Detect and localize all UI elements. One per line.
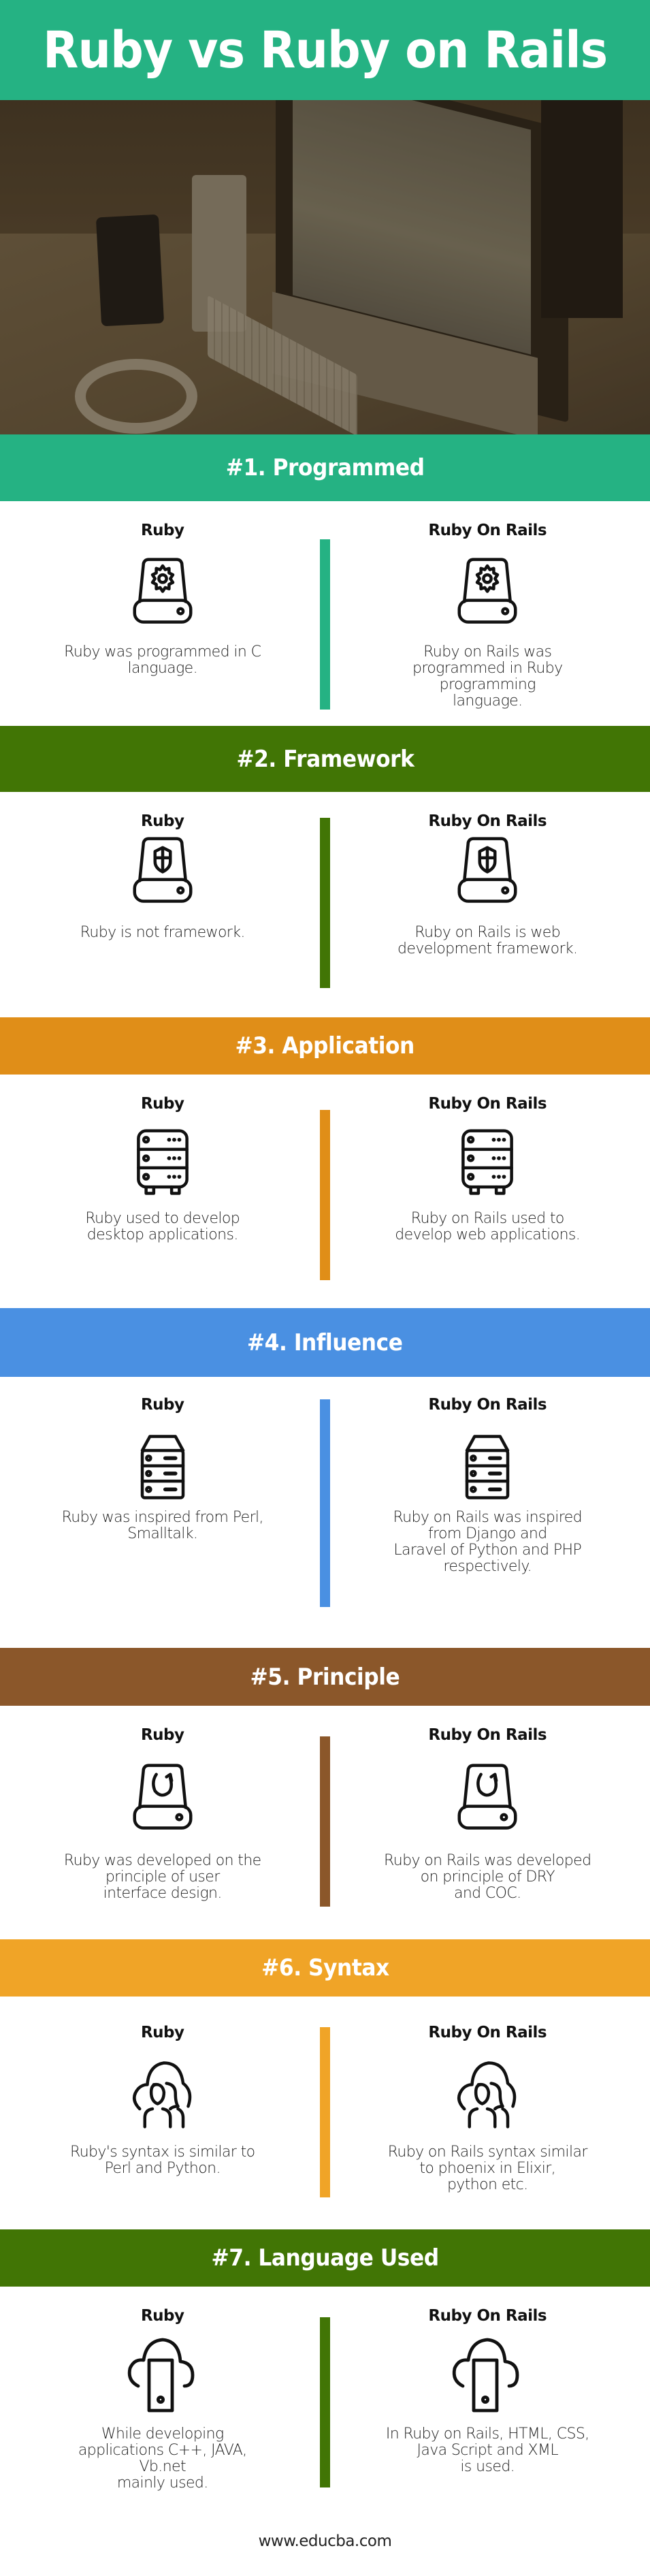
server-rack-icon — [122, 1127, 204, 1198]
ruby-column: Ruby Ruby was developed on the principle… — [0, 1706, 325, 1939]
ruby-column-title: Ruby — [140, 2024, 184, 2041]
rails-column-title: Ruby On Rails — [428, 1726, 547, 1744]
ruby-column-title: Ruby — [140, 1726, 184, 1744]
rails-column: Ruby On Rails Ruby on Rails was inspired… — [325, 1377, 650, 1648]
ruby-column: Ruby Ruby's syntax is similar to Perl an… — [0, 1997, 325, 2229]
rails-column-title: Ruby On Rails — [428, 2307, 547, 2325]
drive-refresh-icon — [122, 1762, 204, 1833]
ruby-column: Ruby While developing applications C++, … — [0, 2287, 325, 2506]
ruby-column-title: Ruby — [140, 2307, 184, 2325]
drive-shield-icon — [122, 835, 204, 906]
cloud-users-icon — [446, 2058, 528, 2129]
ruby-column-title: Ruby — [140, 1396, 184, 1414]
section-body: Ruby Ruby was developed on the principle… — [0, 1706, 650, 1939]
comparison-section-2: #2. Framework Ruby Ruby is not framework… — [0, 726, 650, 1017]
ruby-column: Ruby Ruby used to develop desktop applic… — [0, 1075, 325, 1308]
ruby-column-text: Ruby used to develop desktop application… — [85, 1210, 240, 1243]
rails-column: Ruby On Rails Ruby on Rails used to deve… — [325, 1075, 650, 1308]
rails-column: Ruby On Rails Ruby on Rails syntax simil… — [325, 1997, 650, 2229]
rails-column: Ruby On Rails Ruby on Rails was programm… — [325, 501, 650, 726]
comparison-section-6: #6. Syntax Ruby Ruby's syntax is similar… — [0, 1939, 650, 2229]
cloud-users-icon — [122, 2058, 204, 2129]
ruby-column-text: Ruby was inspired from Perl, Smalltalk. — [61, 1509, 264, 1542]
section-body: Ruby Ruby is not framework. Ruby On Rail… — [0, 792, 650, 1017]
ruby-column-title: Ruby — [140, 812, 184, 830]
section-body: Ruby Ruby was programmed in C language. … — [0, 501, 650, 726]
section-header: #5. Principle — [0, 1648, 650, 1706]
section-body: Ruby Ruby's syntax is similar to Perl an… — [0, 1997, 650, 2229]
ruby-column-title: Ruby — [140, 522, 184, 539]
hero-image — [0, 100, 650, 434]
ruby-column: Ruby Ruby was programmed in C language. — [0, 501, 325, 726]
section-body: Ruby While developing applications C++, … — [0, 2287, 650, 2506]
ruby-column: Ruby Ruby is not framework. — [0, 792, 325, 1017]
section-heading: #6. Syntax — [261, 1954, 389, 1982]
footer-website: www.educba.com — [258, 2532, 392, 2550]
rails-column-text: In Ruby on Rails, HTML, CSS, Java Script… — [385, 2426, 589, 2475]
title-band: Ruby vs Ruby on Rails — [0, 0, 650, 100]
comparison-section-5: #5. Principle Ruby Ruby was developed on… — [0, 1648, 650, 1939]
section-heading: #5. Principle — [250, 1663, 400, 1691]
section-body: Ruby Ruby used to develop desktop applic… — [0, 1075, 650, 1308]
rails-column-text: Ruby on Rails was developed on principle… — [384, 1852, 591, 1902]
ruby-column-text: Ruby's syntax is similar to Perl and Pyt… — [70, 2144, 255, 2177]
comparison-section-1: #1. Programmed Ruby Ruby was programmed … — [0, 434, 650, 726]
rails-column-text: Ruby on Rails is web development framewo… — [397, 924, 578, 957]
server-rack-icon — [446, 1127, 528, 1198]
rails-column-title: Ruby On Rails — [428, 2024, 547, 2041]
section-header: #2. Framework — [0, 726, 650, 792]
section-header: #4. Influence — [0, 1308, 650, 1377]
drive-gear-icon — [446, 556, 528, 627]
rails-column: Ruby On Rails Ruby on Rails is web devel… — [325, 792, 650, 1017]
comparison-sections: #1. Programmed Ruby Ruby was programmed … — [0, 434, 650, 2506]
server-stack-icon — [122, 1431, 204, 1503]
server-stack-icon — [446, 1431, 528, 1503]
drive-gear-icon — [122, 556, 204, 627]
ruby-column-title: Ruby — [140, 1095, 184, 1113]
section-header: #1. Programmed — [0, 434, 650, 501]
hero-shade — [0, 100, 650, 434]
ruby-column-text: While developing applications C++, JAVA,… — [78, 2426, 247, 2492]
rails-column: Ruby On Rails Ruby on Rails was develope… — [325, 1706, 650, 1939]
rails-column-title: Ruby On Rails — [428, 522, 547, 539]
section-heading: #1. Programmed — [225, 454, 425, 481]
rails-column-title: Ruby On Rails — [428, 1396, 547, 1414]
rails-column-text: Ruby on Rails was programmed in Ruby pro… — [412, 643, 563, 710]
drive-shield-icon — [446, 835, 528, 906]
rails-column-text: Ruby on Rails was inspired from Django a… — [393, 1509, 583, 1575]
section-header: #3. Application — [0, 1017, 650, 1075]
comparison-section-4: #4. Influence Ruby Ruby was inspired fro… — [0, 1308, 650, 1648]
footer: www.educba.com — [0, 2506, 650, 2576]
comparison-section-7: #7. Language Used Ruby While developing … — [0, 2229, 650, 2506]
drive-refresh-icon — [446, 1762, 528, 1833]
section-heading: #2. Framework — [235, 745, 415, 773]
page-title: Ruby vs Ruby on Rails — [42, 20, 608, 80]
section-heading: #7. Language Used — [211, 2244, 439, 2272]
rails-column-title: Ruby On Rails — [428, 812, 547, 830]
rails-column-text: Ruby on Rails syntax similar to phoenix … — [387, 2144, 588, 2193]
rails-column: Ruby On Rails In Ruby on Rails, HTML, CS… — [325, 2287, 650, 2506]
section-header: #6. Syntax — [0, 1939, 650, 1997]
ruby-column-text: Ruby was programmed in C language. — [64, 643, 261, 677]
cloud-mobile-icon — [122, 2334, 204, 2416]
ruby-column: Ruby Ruby was inspired from Perl, Smallt… — [0, 1377, 325, 1648]
ruby-column-text: Ruby was developed on the principle of u… — [63, 1852, 261, 1902]
comparison-section-3: #3. Application Ruby Ruby used to develo… — [0, 1017, 650, 1308]
section-heading: #4. Influence — [247, 1329, 403, 1356]
section-body: Ruby Ruby was inspired from Perl, Smallt… — [0, 1377, 650, 1648]
rails-column-text: Ruby on Rails used to develop web applic… — [395, 1210, 581, 1243]
cloud-mobile-icon — [446, 2334, 528, 2416]
section-header: #7. Language Used — [0, 2229, 650, 2287]
rails-column-title: Ruby On Rails — [428, 1095, 547, 1113]
section-heading: #3. Application — [235, 1032, 415, 1060]
ruby-column-text: Ruby is not framework. — [80, 924, 246, 941]
